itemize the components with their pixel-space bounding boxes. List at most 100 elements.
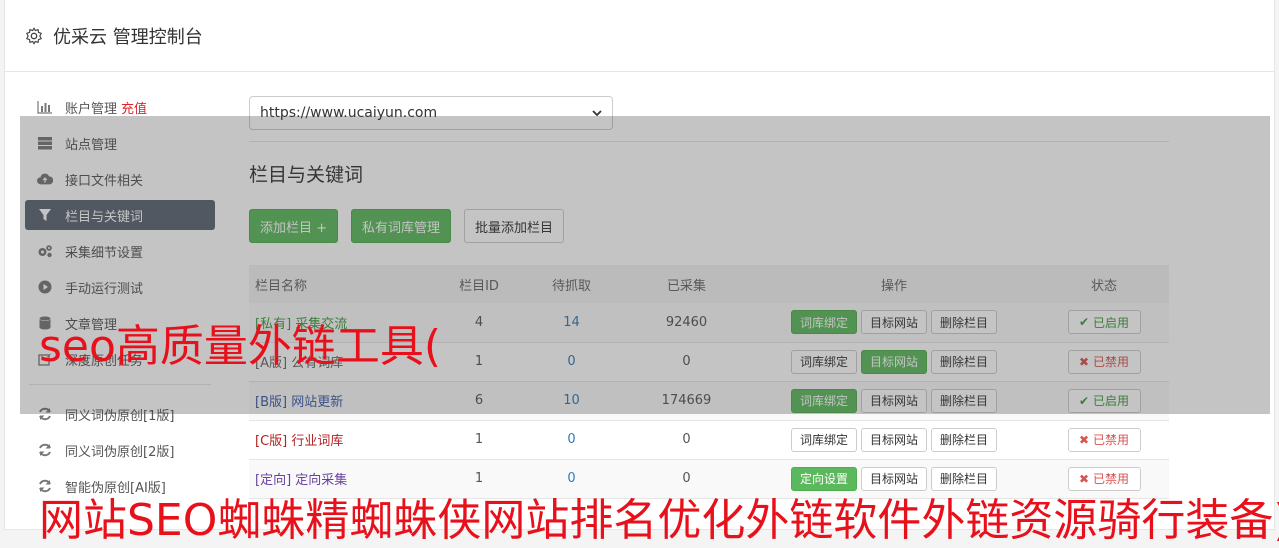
target-site-button[interactable]: 目标网站 xyxy=(860,310,927,335)
console-frame: 优采云 管理控制台 账户管理 充值 站点管理 接口文件相关 栏目与关键词 采集细… xyxy=(4,0,1279,546)
sidebar-item-label: 同义词伪原创[2版] xyxy=(65,444,175,460)
column-name[interactable]: 网站更新 xyxy=(291,395,343,410)
collected-count: 0 xyxy=(682,354,691,369)
filter-icon xyxy=(37,207,53,223)
site-select-value: https://www.ucaiyun.com xyxy=(260,105,438,121)
cloud-upload-icon xyxy=(37,171,53,187)
collected-count: 0 xyxy=(682,432,691,447)
lexicon-bind-button[interactable]: 词库绑定 xyxy=(790,310,857,335)
operations-cell: 词库绑定 目标网站 删除栏目 xyxy=(749,381,1039,420)
sidebar-item-manual-run[interactable]: 手动运行测试 xyxy=(25,272,215,302)
recharge-link[interactable]: 充值 xyxy=(121,98,147,117)
play-circle-icon xyxy=(37,279,53,295)
collected-count: 92460 xyxy=(665,314,708,330)
status-cell: ✔ 已启用 xyxy=(1039,381,1169,420)
operations-cell: 词库绑定 目标网站 删除栏目 xyxy=(749,303,1039,342)
sidebar-item-label: 栏目与关键词 xyxy=(65,209,144,225)
header-pending: 待抓取 xyxy=(551,278,591,294)
column-name[interactable]: 行业词库 xyxy=(291,434,343,449)
refresh-icon xyxy=(37,406,53,422)
delete-column-button[interactable]: 删除栏目 xyxy=(931,349,998,374)
batch-add-button[interactable]: 批量添加栏目 xyxy=(464,209,565,243)
header: 优采云 管理控制台 xyxy=(5,0,1274,72)
status-cell: ✖ 已禁用 xyxy=(1039,420,1169,459)
sidebar-item-collection-settings[interactable]: 采集细节设置 xyxy=(25,236,215,266)
main-content: https://www.ucaiyun.com 栏目与关键词 添加栏目 + 私有… xyxy=(249,96,1169,499)
target-site-button[interactable]: 目标网站 xyxy=(860,349,927,374)
private-lexicon-button[interactable]: 私有词库管理 xyxy=(351,209,452,243)
page-title: 优采云 管理控制台 xyxy=(53,26,203,48)
operations-cell: 词库绑定 目标网站 删除栏目 xyxy=(749,342,1039,381)
divider xyxy=(249,141,1169,142)
sidebar-item-label: 接口文件相关 xyxy=(65,173,144,189)
gear-icon xyxy=(25,26,43,45)
delete-column-button[interactable]: 删除栏目 xyxy=(931,388,998,413)
status-cell: ✔ 已启用 xyxy=(1039,303,1169,342)
server-icon xyxy=(37,135,53,151)
bar-chart-icon xyxy=(37,99,53,115)
sidebar-item-columns-keywords[interactable]: 栏目与关键词 xyxy=(25,200,215,230)
sidebar-item-account[interactable]: 账户管理 充值 xyxy=(25,92,215,122)
sidebar-item-label: 采集细节设置 xyxy=(65,245,144,261)
column-tag: [C版] xyxy=(255,434,288,449)
sidebar-item-synonym-v2[interactable]: 同义词伪原创[2版] xyxy=(25,435,215,465)
pending-count[interactable]: 0 xyxy=(519,342,624,381)
lexicon-bind-button[interactable]: 词库绑定 xyxy=(790,349,857,374)
header-operations: 操作 xyxy=(880,278,907,294)
sidebar-item-sites[interactable]: 站点管理 xyxy=(25,128,215,158)
table-row: [B版] 网站更新 6 10 174669 词库绑定 目标网站 删除栏目 ✔ 已启用 xyxy=(249,381,1169,420)
collected-count: 174669 xyxy=(661,393,712,408)
status-toggle[interactable]: ✖ 已禁用 xyxy=(1067,349,1141,374)
action-buttons: 添加栏目 + 私有词库管理 批量添加栏目 xyxy=(249,209,1169,243)
status-label: 已启用 xyxy=(1092,315,1129,330)
refresh-icon xyxy=(37,442,53,458)
column-id: 1 xyxy=(474,432,484,447)
delete-column-button[interactable]: 删除栏目 xyxy=(931,427,998,452)
status-toggle[interactable]: ✔ 已启用 xyxy=(1067,310,1141,335)
sidebar-item-label: 账户管理 xyxy=(65,101,118,117)
status-toggle[interactable]: ✖ 已禁用 xyxy=(1067,427,1141,452)
delete-column-button[interactable]: 删除栏目 xyxy=(931,310,998,335)
lexicon-bind-button[interactable]: 词库绑定 xyxy=(790,427,857,452)
target-site-button[interactable]: 目标网站 xyxy=(860,388,927,413)
status-cell: ✖ 已禁用 xyxy=(1039,342,1169,381)
cogs-icon xyxy=(37,243,53,259)
column-id: 6 xyxy=(474,393,484,408)
watermark-line-1: seo高质量外链工具( xyxy=(39,321,442,372)
status-label: 已禁用 xyxy=(1092,355,1129,369)
status-label: 已禁用 xyxy=(1092,433,1129,447)
sidebar-item-label: 站点管理 xyxy=(65,137,118,153)
operations-cell: 词库绑定 目标网站 删除栏目 xyxy=(749,420,1039,459)
header-id: 栏目ID xyxy=(459,278,499,294)
columns-table: 栏目名称 栏目ID 待抓取 已采集 操作 状态 [私有] 采集交流 4 14 9246… xyxy=(249,265,1169,499)
status-toggle[interactable]: ✔ 已启用 xyxy=(1067,388,1141,413)
header-name: 栏目名称 xyxy=(255,278,308,294)
column-name-cell: [C版] 行业词库 xyxy=(249,420,439,459)
pending-count[interactable]: 14 xyxy=(519,303,624,342)
sidebar-item-label: 手动运行测试 xyxy=(65,281,144,297)
section-title: 栏目与关键词 xyxy=(249,164,364,186)
check-icon: ✔ xyxy=(1079,315,1090,330)
pending-count[interactable]: 0 xyxy=(519,420,624,459)
header-status: 状态 xyxy=(1090,278,1117,294)
sidebar-item-interface-files[interactable]: 接口文件相关 xyxy=(25,164,215,194)
sidebar-item-synonym-v1[interactable]: 同义词伪原创[1版] xyxy=(25,399,215,429)
table-header-row: 栏目名称 栏目ID 待抓取 已采集 操作 状态 xyxy=(249,265,1169,303)
header-collected: 已采集 xyxy=(666,278,706,294)
close-icon: ✖ xyxy=(1079,432,1090,447)
column-name-cell: [B版] 网站更新 xyxy=(249,381,439,420)
watermark-line-2: 网站SEO蜘蛛精蜘蛛侠网站排名优化外链软件外链资源骑行装备) xyxy=(39,495,1279,546)
pending-count[interactable]: 10 xyxy=(519,381,624,420)
column-tag: [B版] xyxy=(255,395,288,410)
site-select[interactable]: https://www.ucaiyun.com xyxy=(249,96,613,130)
close-icon: ✖ xyxy=(1079,354,1090,369)
add-column-button[interactable]: 添加栏目 + xyxy=(249,209,339,243)
status-label: 已启用 xyxy=(1092,394,1129,408)
target-site-button[interactable]: 目标网站 xyxy=(860,427,927,452)
check-icon: ✔ xyxy=(1079,393,1090,408)
table-row: [C版] 行业词库 1 0 0 词库绑定 目标网站 删除栏目 ✖ 已禁用 xyxy=(249,420,1169,459)
lexicon-bind-button[interactable]: 词库绑定 xyxy=(790,388,857,413)
sidebar: 账户管理 充值 站点管理 接口文件相关 栏目与关键词 采集细节设置 手动运行测试… xyxy=(25,92,215,507)
chevron-down-icon xyxy=(592,105,602,121)
sidebar-item-label: 同义词伪原创[1版] xyxy=(65,408,175,424)
